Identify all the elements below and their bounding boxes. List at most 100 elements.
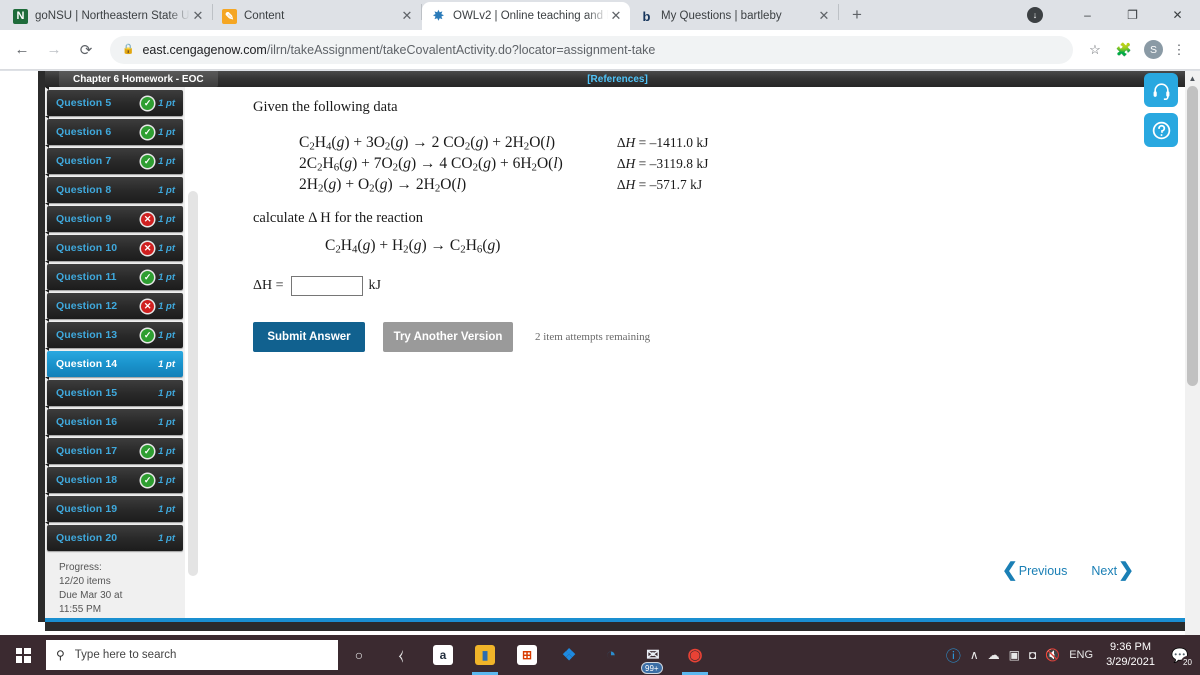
taskbar-clock[interactable]: 9:36 PM 3/29/2021 <box>1106 640 1155 670</box>
question-label: Question 12 <box>56 300 118 312</box>
thermochemical-equation: C2H4(g) + 3O2(g) → 2 CO2(g) + 2H2O(l) <box>299 133 556 152</box>
taskbar-app-dropbox[interactable]: ❖ <box>548 635 590 675</box>
support-headset-icon[interactable] <box>1144 73 1178 107</box>
bartleby-icon: b <box>642 8 651 24</box>
progress-label: Progress: <box>59 562 102 573</box>
wifi-icon[interactable]: ◘ <box>1029 648 1036 662</box>
sidebar-question-item[interactable]: Question 14 1 pt <box>45 348 183 377</box>
task-view-icon: ⧼ <box>398 646 404 663</box>
reload-button[interactable]: ⟳ <box>72 36 100 64</box>
browser-tab-owlv2[interactable]: ✸ OWLv2 | Online teaching and lea ✕ <box>422 2 630 30</box>
window-close-button[interactable]: ✕ <box>1155 0 1200 30</box>
question-label: Question 6 <box>56 126 112 138</box>
previous-button[interactable]: ❮ Previous <box>1002 561 1068 580</box>
help-question-icon[interactable] <box>1144 113 1178 147</box>
show-hidden-icons-chevron[interactable]: ∧ <box>970 648 979 662</box>
sidebar-question-item[interactable]: Question 12 ✕ 1 pt <box>45 290 183 319</box>
url-host: east.cengagenow.com <box>142 42 267 57</box>
tab-close-icon[interactable]: ✕ <box>816 8 832 24</box>
taskbar-app-amazon[interactable]: a <box>422 635 464 675</box>
question-points: 1 pt <box>158 213 175 225</box>
page-scrollbar[interactable]: ▲ <box>1185 71 1200 635</box>
page-viewport: [References] Chapter 6 Homework - EOC Qu… <box>0 71 1200 635</box>
sidebar-question-item[interactable]: Question 5 ✓ 1 pt <box>45 87 183 116</box>
taskbar-app-file-explorer[interactable]: ▮ <box>464 635 506 675</box>
sidebar-scrollbar[interactable] <box>188 191 198 576</box>
taskbar-app-microsoft-edge[interactable]: ◔ <box>590 635 632 675</box>
taskbar-app-microsoft-store[interactable]: ⊞ <box>506 635 548 675</box>
back-button[interactable]: ← <box>8 36 36 64</box>
previous-label: Previous <box>1018 563 1068 578</box>
sidebar-question-item[interactable]: Question 16 1 pt <box>45 406 183 435</box>
sidebar-question-item[interactable]: Question 10 ✕ 1 pt <box>45 232 183 261</box>
language-indicator[interactable]: ENG <box>1069 649 1093 661</box>
given-equation-row: 2C2H6(g) + 7O2(g) → 4 CO2(g) + 6H2O(l) ΔH… <box>299 153 708 174</box>
tab-divider <box>838 4 839 20</box>
question-points: 1 pt <box>158 387 175 399</box>
enthalpy-value: ΔH = –571.7 kJ <box>616 177 703 193</box>
download-indicator-icon[interactable]: ↓ <box>1027 7 1043 23</box>
extensions-puzzle-icon[interactable]: 🧩 <box>1111 37 1137 63</box>
given-data-table: C2H4(g) + 3O2(g) → 2 CO2(g) + 2H2O(l) ΔH … <box>299 132 708 196</box>
correct-check-icon: ✓ <box>141 125 155 139</box>
browser-tab-content[interactable]: ✎ Content ✕ <box>213 2 421 30</box>
profile-avatar[interactable]: S <box>1144 40 1163 59</box>
forward-button[interactable]: → <box>40 36 68 64</box>
taskbar-search-input[interactable]: ⚲ Type here to search <box>46 640 338 670</box>
task-view-button[interactable]: ⧼ <box>380 635 422 675</box>
window-maximize-button[interactable]: ❐ <box>1110 0 1155 30</box>
sidebar-question-item[interactable]: Question 18 ✓ 1 pt <box>45 464 183 493</box>
cortana-button[interactable]: ○ <box>338 635 380 675</box>
sidebar-question-item[interactable]: Question 9 ✕ 1 pt <box>45 203 183 232</box>
microsoft-edge-icon: ◔ <box>605 645 617 664</box>
bookmark-star-icon[interactable]: ☆ <box>1082 37 1108 63</box>
clock-time: 9:36 PM <box>1110 641 1152 653</box>
sidebar-question-item[interactable]: Question 13 ✓ 1 pt <box>45 319 183 348</box>
target-equation: C2H4(g) + H2(g) → C2H6(g) <box>325 237 501 256</box>
question-points: 1 pt <box>158 184 175 196</box>
question-body: Given the following data C2H4(g) + 3O2(g… <box>201 87 1176 352</box>
sidebar-question-item[interactable]: Question 7 ✓ 1 pt <box>45 145 183 174</box>
calculate-instruction: calculate Δ H for the reaction <box>253 210 423 227</box>
submit-answer-button[interactable]: Submit Answer <box>253 321 365 352</box>
tab-title: My Questions | bartleby <box>661 10 782 22</box>
try-another-version-button[interactable]: Try Another Version <box>383 321 513 352</box>
address-bar[interactable]: 🔒 east.cengagenow.com /ilrn/takeAssignme… <box>110 35 1073 64</box>
sidebar-question-item[interactable]: Question 15 1 pt <box>45 377 183 406</box>
battery-icon[interactable]: ▣ <box>1009 648 1020 662</box>
sidebar-question-item[interactable]: Question 19 1 pt <box>45 493 183 522</box>
sidebar-question-item[interactable]: Question 20 1 pt <box>45 522 183 551</box>
incorrect-cross-icon: ✕ <box>141 212 155 226</box>
onedrive-cloud-icon[interactable]: ☁ <box>988 648 1000 662</box>
question-label: Question 9 <box>56 213 112 225</box>
volume-muted-icon[interactable]: 🔇 <box>1045 648 1060 662</box>
sidebar-question-item[interactable]: Question 11 ✓ 1 pt <box>45 261 183 290</box>
tab-close-icon[interactable]: ✕ <box>608 8 624 24</box>
sidebar-question-item[interactable]: Question 6 ✓ 1 pt <box>45 116 183 145</box>
correct-check-icon: ✓ <box>141 96 155 110</box>
answer-input[interactable] <box>290 275 363 296</box>
start-button[interactable] <box>0 635 46 675</box>
chrome-menu-icon[interactable]: ⋮ <box>1166 37 1192 63</box>
due-date-line-1: Due Mar 30 at <box>59 590 123 601</box>
window-minimize-button[interactable]: – <box>1065 0 1110 30</box>
action-center-button[interactable]: 💬 20 <box>1168 642 1194 669</box>
new-tab-button[interactable]: + <box>843 1 871 29</box>
help-circle-icon[interactable]: ⓘ <box>946 645 961 666</box>
enthalpy-value: ΔH = –3119.8 kJ <box>616 155 709 171</box>
taskbar-app-mail[interactable]: ✉ 99+ <box>632 635 674 675</box>
scrollbar-thumb[interactable] <box>1187 86 1198 386</box>
sidebar-question-item[interactable]: Question 8 1 pt <box>45 174 183 203</box>
enthalpy-value: ΔH = –1411.0 kJ <box>616 134 709 150</box>
tab-close-icon[interactable]: ✕ <box>190 8 206 24</box>
browser-tab-gonsu[interactable]: N goNSU | Northeastern State Univ ✕ <box>4 2 212 30</box>
nsu-icon: N <box>13 8 28 24</box>
tab-close-icon[interactable]: ✕ <box>399 8 415 24</box>
next-button[interactable]: Next ❯ <box>1091 561 1134 580</box>
scroll-up-arrow-icon[interactable]: ▲ <box>1185 71 1200 86</box>
sidebar-question-item[interactable]: Question 17 ✓ 1 pt <box>45 435 183 464</box>
taskbar-app-google-chrome[interactable]: ◉ <box>674 635 716 675</box>
notification-count-badge: 20 <box>1181 656 1194 669</box>
browser-toolbar: ← → ⟳ 🔒 east.cengagenow.com /ilrn/takeAs… <box>0 30 1200 70</box>
browser-tab-bartleby[interactable]: b My Questions | bartleby ✕ <box>630 2 838 30</box>
